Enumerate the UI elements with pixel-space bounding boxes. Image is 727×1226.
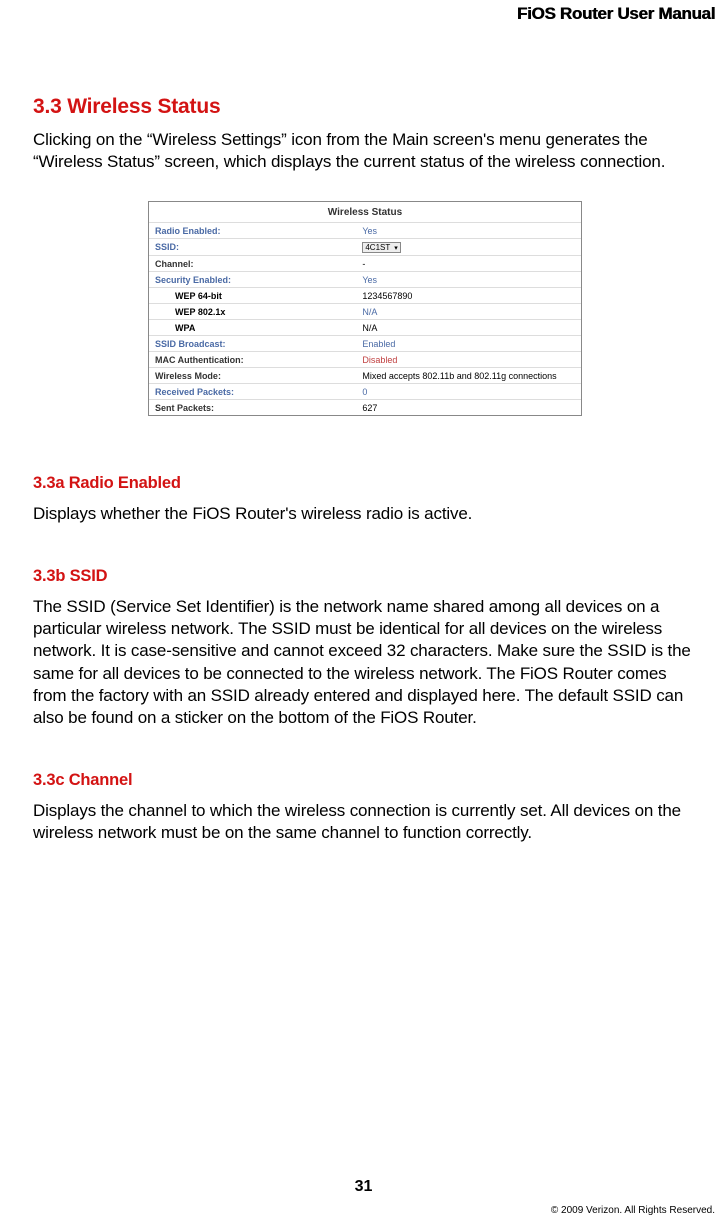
status-label: Channel: xyxy=(149,256,356,272)
status-value: 627 xyxy=(356,400,581,416)
table-row: MAC Authentication:Disabled xyxy=(149,352,581,368)
copyright: © 2009 Verizon. All Rights Reserved. xyxy=(551,1205,715,1216)
running-header: FiOS Router User Manual xyxy=(517,4,715,24)
status-value: N/A xyxy=(356,320,581,336)
heading-3-3a: 3.3a Radio Enabled xyxy=(33,474,697,493)
page-content: 3.3 Wireless Status Clicking on the “Wir… xyxy=(0,0,727,844)
status-label: WPA xyxy=(149,320,356,336)
heading-3-3b: 3.3b SSID xyxy=(33,567,697,586)
table-row: Channel:- xyxy=(149,256,581,272)
wireless-status-screenshot: Wireless Status Radio Enabled:YesSSID:4C… xyxy=(148,201,582,416)
status-label: MAC Authentication: xyxy=(149,352,356,368)
table-row: Radio Enabled:Yes xyxy=(149,223,581,239)
table-row: WEP 64-bit1234567890 xyxy=(149,288,581,304)
status-value: 1234567890 xyxy=(356,288,581,304)
paragraph-3-3a: Displays whether the FiOS Router's wirel… xyxy=(33,503,697,525)
status-label: Security Enabled: xyxy=(149,272,356,288)
status-label: Wireless Mode: xyxy=(149,368,356,384)
status-value: Yes xyxy=(356,272,581,288)
status-table: Radio Enabled:YesSSID:4C1STChannel:-Secu… xyxy=(149,222,581,415)
screenshot-title: Wireless Status xyxy=(149,202,581,222)
status-label: SSID Broadcast: xyxy=(149,336,356,352)
status-value: - xyxy=(356,256,581,272)
paragraph-3-3: Clicking on the “Wireless Settings” icon… xyxy=(33,129,697,173)
status-value: 4C1ST xyxy=(356,239,581,256)
table-row: SSID Broadcast:Enabled xyxy=(149,336,581,352)
status-label: WEP 64-bit xyxy=(149,288,356,304)
status-value: 0 xyxy=(356,384,581,400)
table-row: Wireless Mode:Mixed accepts 802.11b and … xyxy=(149,368,581,384)
status-label: Sent Packets: xyxy=(149,400,356,416)
table-row: Security Enabled:Yes xyxy=(149,272,581,288)
paragraph-3-3c: Displays the channel to which the wirele… xyxy=(33,800,697,844)
status-label: Received Packets: xyxy=(149,384,356,400)
heading-3-3: 3.3 Wireless Status xyxy=(33,95,697,119)
table-row: Sent Packets:627 xyxy=(149,400,581,416)
status-label: SSID: xyxy=(149,239,356,256)
ssid-select[interactable]: 4C1ST xyxy=(362,242,400,253)
table-row: WPAN/A xyxy=(149,320,581,336)
status-value: N/A xyxy=(356,304,581,320)
status-value: Mixed accepts 802.11b and 802.11g connec… xyxy=(356,368,581,384)
page-number: 31 xyxy=(0,1178,727,1196)
status-label: WEP 802.1x xyxy=(149,304,356,320)
table-row: Received Packets:0 xyxy=(149,384,581,400)
table-row: SSID: 4C1ST xyxy=(149,239,581,256)
status-value: Yes xyxy=(356,223,581,239)
status-value: Enabled xyxy=(356,336,581,352)
status-value: Disabled xyxy=(356,352,581,368)
paragraph-3-3b: The SSID (Service Set Identifier) is the… xyxy=(33,596,697,729)
table-row: WEP 802.1xN/A xyxy=(149,304,581,320)
status-label: Radio Enabled: xyxy=(149,223,356,239)
heading-3-3c: 3.3c Channel xyxy=(33,771,697,790)
